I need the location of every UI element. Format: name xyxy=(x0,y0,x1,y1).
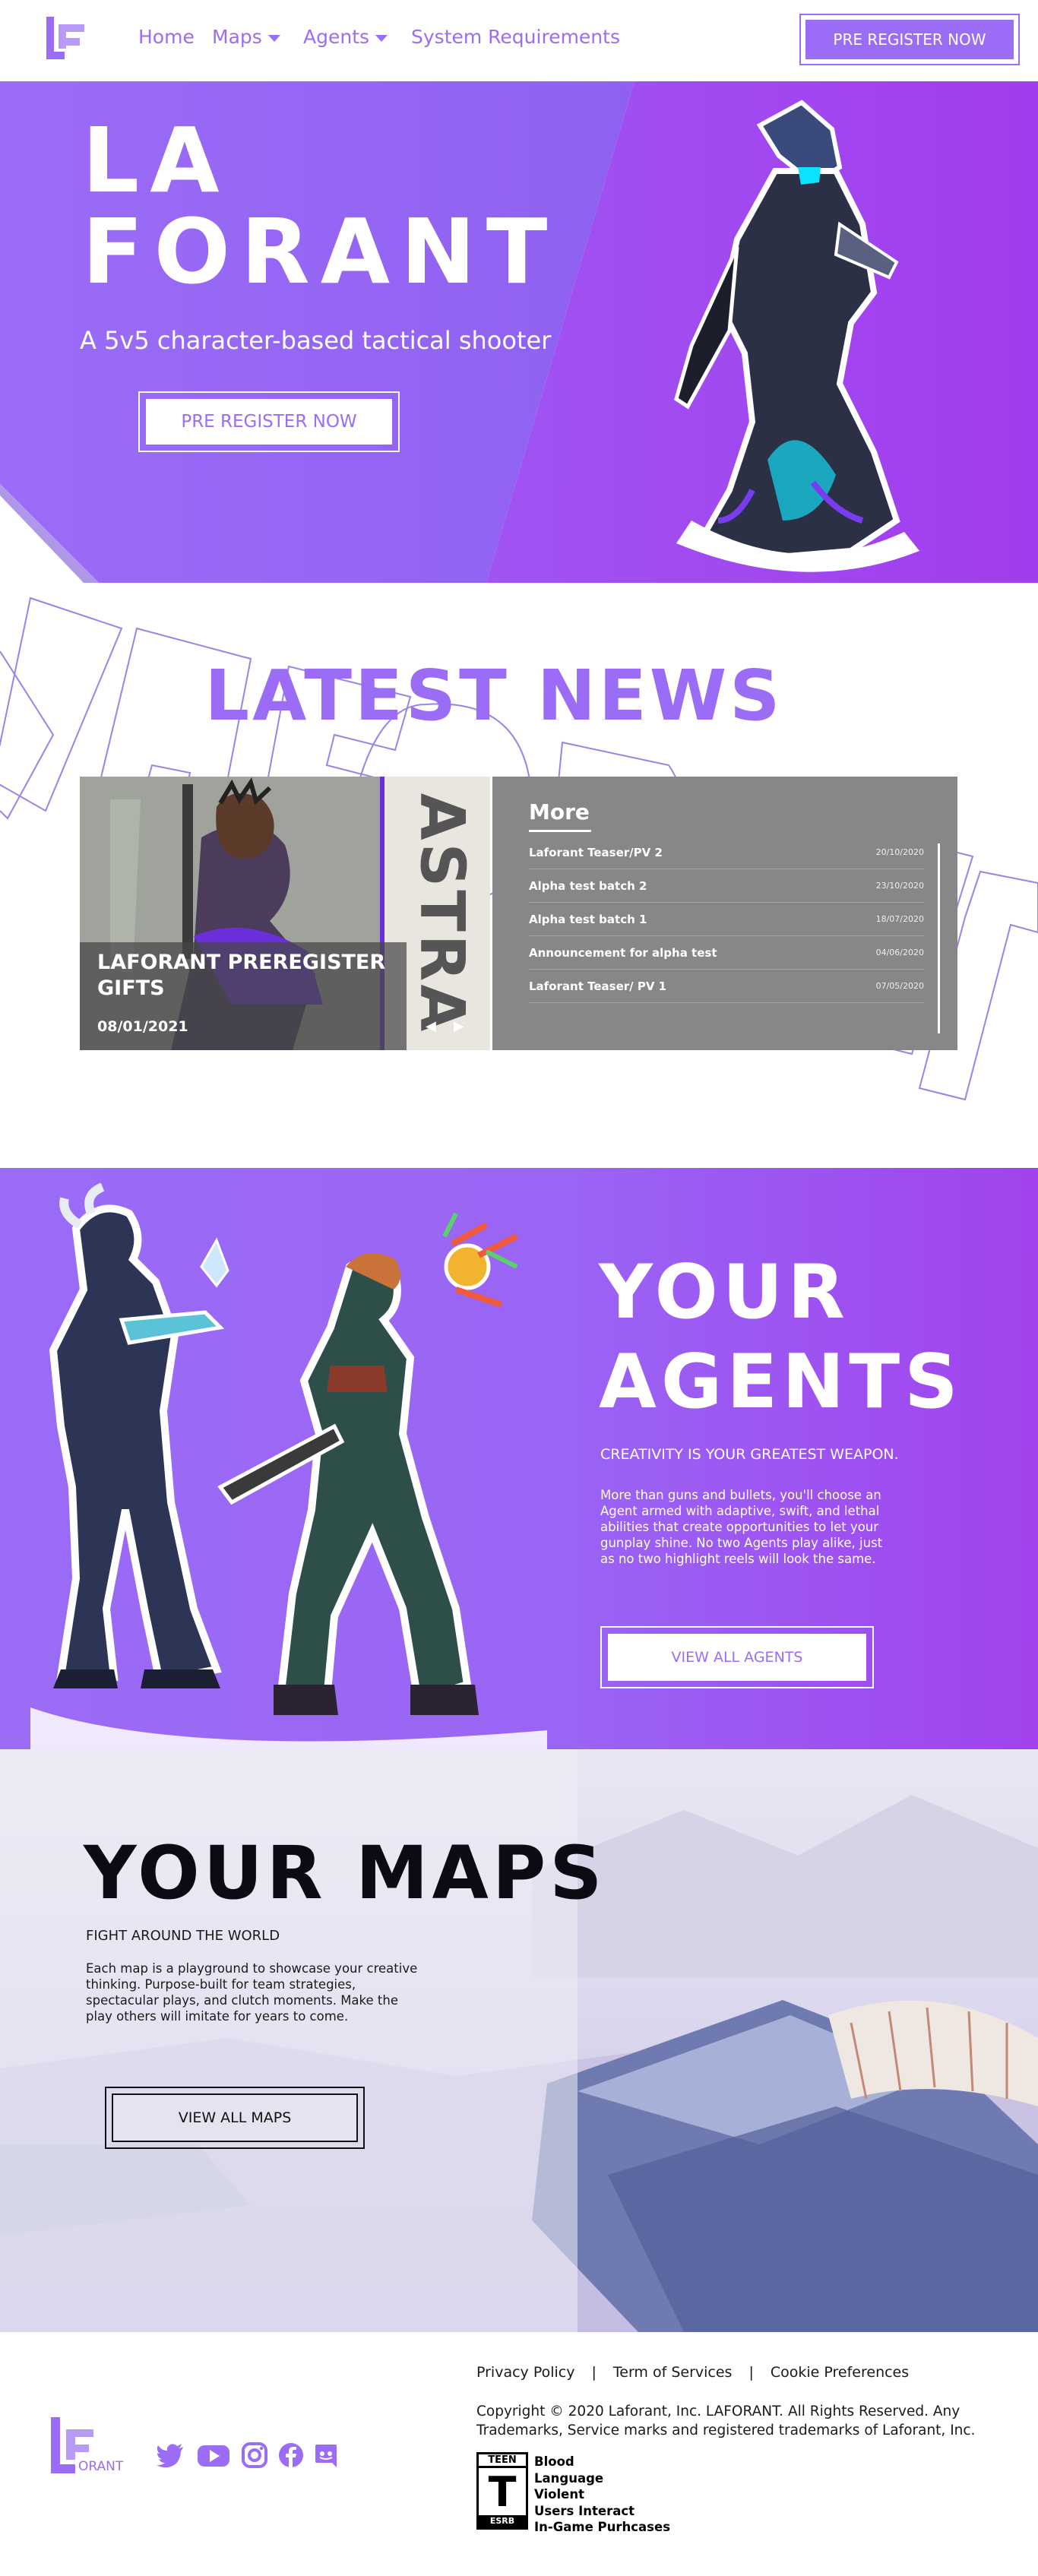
view-all-agents-label: VIEW ALL AGENTS xyxy=(608,1634,866,1681)
news-item-date: 23/10/2020 xyxy=(875,881,924,891)
nav-pre-register-button[interactable]: PRE REGISTER NOW xyxy=(799,14,1020,65)
nav-link-system-requirements[interactable]: System Requirements xyxy=(411,26,620,48)
esrb-descriptor: Users Interact xyxy=(534,2503,635,2518)
agents-title-line2: AGENTS xyxy=(599,1339,963,1426)
news-list-item[interactable]: Alpha test batch 1 18/07/2020 xyxy=(529,903,924,936)
hero-title-line2: FORANT xyxy=(82,199,559,304)
nav-pre-register-label: PRE REGISTER NOW xyxy=(805,20,1014,59)
news-item-date: 07/05/2020 xyxy=(875,981,924,991)
terms-of-service-link[interactable]: Term of Services xyxy=(613,2364,733,2381)
carousel-next-icon[interactable]: ▶ xyxy=(454,1018,464,1034)
featured-news-card[interactable]: ASTRA LAFORANT PREREGISTER GIFTS 08/01/2… xyxy=(80,777,490,1050)
news-list-item[interactable]: Announcement for alpha test 04/06/2020 xyxy=(529,936,924,970)
view-all-maps-button[interactable]: VIEW ALL MAPS xyxy=(105,2087,365,2149)
nav-link-agents-label: Agents xyxy=(303,26,370,48)
news-item-title: Alpha test batch 1 xyxy=(529,912,647,926)
news-item-date: 04/06/2020 xyxy=(875,948,924,957)
news-item-title: Laforant Teaser/PV 2 xyxy=(529,845,663,859)
featured-news-headline[interactable]: LAFORANT PREREGISTER GIFTS xyxy=(97,950,394,1002)
laforant-logo[interactable] xyxy=(42,14,90,62)
esrb-descriptor: In-Game Purhcases xyxy=(534,2520,671,2534)
esrb-descriptor: Violent xyxy=(534,2487,584,2502)
more-news-underline xyxy=(529,830,591,832)
nav-link-agents[interactable]: Agents xyxy=(303,26,388,48)
nav-link-maps[interactable]: Maps xyxy=(212,26,280,48)
featured-news-date: 08/01/2021 xyxy=(97,1018,188,1035)
discord-icon[interactable] xyxy=(314,2441,338,2470)
news-list-item[interactable]: Laforant Teaser/PV 2 20/10/2020 xyxy=(529,836,924,869)
view-all-agents-button[interactable]: VIEW ALL AGENTS xyxy=(600,1626,874,1688)
more-news-title: More xyxy=(529,799,590,824)
agents-description: More than guns and bullets, you'll choos… xyxy=(600,1488,883,1566)
privacy-policy-link[interactable]: Privacy Policy xyxy=(476,2364,574,2381)
esrb-rating-badge: TEEN T ESRB xyxy=(476,2452,528,2530)
view-all-maps-label: VIEW ALL MAPS xyxy=(112,2093,358,2142)
youtube-icon[interactable] xyxy=(197,2441,230,2470)
hero-pre-register-label: PRE REGISTER NOW xyxy=(146,399,392,445)
news-item-date: 18/07/2020 xyxy=(875,914,924,924)
esrb-descriptors: Blood Language Violent Users Interact In… xyxy=(534,2454,670,2536)
twitter-icon[interactable] xyxy=(156,2441,185,2470)
latest-news-section: LATEST NEWS ASTRA LAFORANT PREREGISTER G… xyxy=(0,583,1038,1168)
news-item-title: Alpha test batch 2 xyxy=(529,878,647,893)
hero-pre-register-button[interactable]: PRE REGISTER NOW xyxy=(138,391,400,452)
nav-link-home[interactable]: Home xyxy=(138,26,195,48)
esrb-descriptor: Language xyxy=(534,2470,604,2486)
esrb-rating-letter: T xyxy=(488,2468,517,2516)
hero-subtitle: A 5v5 character-based tactical shooter xyxy=(80,326,552,355)
footer: ORANT Privacy Policy | Term of Services … xyxy=(0,2332,1038,2576)
facebook-icon[interactable] xyxy=(277,2441,305,2470)
copyright-text: Copyright © 2020 Laforant, Inc. LAFORANT… xyxy=(476,2404,976,2438)
news-item-title: Announcement for alpha test xyxy=(529,945,717,960)
your-agents-section: YOUR AGENTS CREATIVITY IS YOUR GREATEST … xyxy=(0,1168,1038,1749)
footer-link-separator: | xyxy=(748,2364,754,2381)
esrb-descriptor: Blood xyxy=(534,2454,574,2469)
your-maps-section: YOUR MAPS FIGHT AROUND THE WORLD Each ma… xyxy=(0,1749,1038,2332)
navbar: Home Maps Agents System Requirements PRE… xyxy=(0,0,1038,81)
esrb-rating-bottom: ESRB xyxy=(479,2515,526,2527)
instagram-icon[interactable] xyxy=(241,2441,268,2470)
footer-logo[interactable]: ORANT xyxy=(49,2416,133,2476)
hero-title-line1: LA xyxy=(82,108,230,213)
agents-title-line1: YOUR xyxy=(599,1249,850,1336)
chevron-down-icon xyxy=(267,34,280,42)
nav-link-maps-label: Maps xyxy=(212,26,262,48)
astra-poster-text: ASTRA xyxy=(407,793,478,1034)
hero-section: LA FORANT A 5v5 character-based tactical… xyxy=(0,81,1038,583)
esrb-rating-top: TEEN xyxy=(479,2454,526,2468)
footer-logo-text: ORANT xyxy=(78,2459,124,2474)
more-news-panel: More Laforant Teaser/PV 2 20/10/2020 Alp… xyxy=(492,777,957,1050)
news-item-title: Laforant Teaser/ PV 1 xyxy=(529,979,667,993)
cookie-preferences-link[interactable]: Cookie Preferences xyxy=(771,2364,909,2381)
maps-description: Each map is a playground to showcase you… xyxy=(86,1961,418,2024)
carousel-prev-icon[interactable]: ◀ xyxy=(426,1018,436,1034)
hero-agent-artwork xyxy=(674,100,919,572)
maps-title: YOUR MAPS xyxy=(84,1831,606,1916)
maps-tagline: FIGHT AROUND THE WORLD xyxy=(86,1928,280,1944)
footer-links: Privacy Policy | Term of Services | Cook… xyxy=(476,2364,909,2381)
news-list-item[interactable]: Laforant Teaser/ PV 1 07/05/2020 xyxy=(529,970,924,1003)
more-news-scrollbar[interactable] xyxy=(938,843,940,1033)
agents-artwork xyxy=(30,1183,547,1749)
news-item-date: 20/10/2020 xyxy=(875,847,924,857)
agents-tagline: CREATIVITY IS YOUR GREATEST WEAPON. xyxy=(600,1446,899,1463)
news-list-item[interactable]: Alpha test batch 2 23/10/2020 xyxy=(529,869,924,903)
chevron-down-icon xyxy=(375,34,388,42)
latest-news-title: LATEST NEWS xyxy=(204,655,783,736)
footer-link-separator: | xyxy=(591,2364,597,2381)
